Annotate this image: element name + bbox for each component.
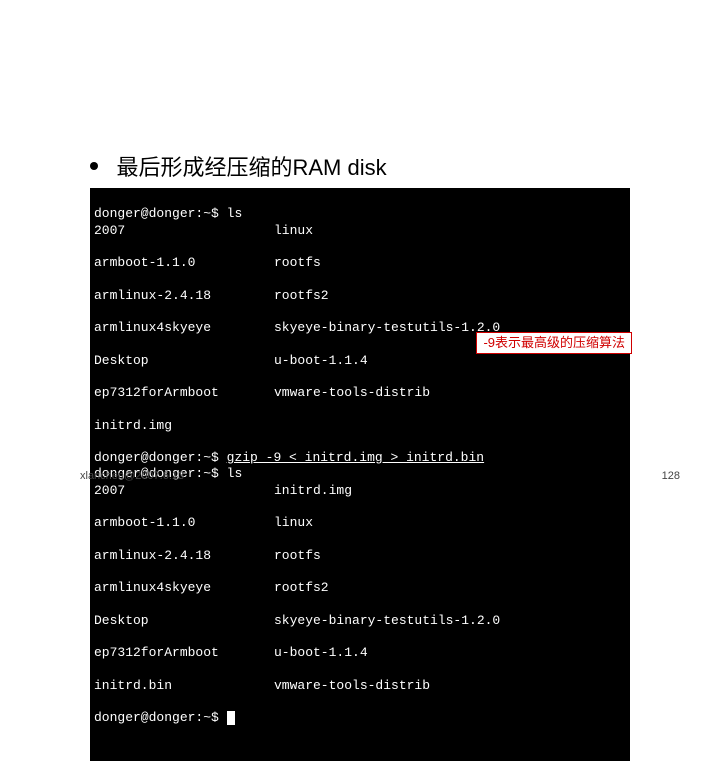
ls-col1: armlinux4skyeye <box>94 580 274 596</box>
ls-row: initrd.img <box>94 418 626 434</box>
ls-col1: initrd.bin <box>94 678 274 694</box>
ls-col1: armlinux-2.4.18 <box>94 548 274 564</box>
prompt: donger@donger:~$ <box>94 710 219 725</box>
ls-col2: linux <box>274 223 626 239</box>
ls-col1: initrd.img <box>94 418 274 434</box>
ls-col2: rootfs <box>274 255 626 271</box>
heading-text: 最后形成经压缩的RAM disk <box>116 155 386 180</box>
annotation-callout: -9表示最高级的压缩算法 <box>476 332 632 354</box>
ls-col1: armboot-1.1.0 <box>94 255 274 271</box>
ls-row: armlinux-2.4.18rootfs <box>94 548 626 564</box>
ls-col2: skyeye-binary-testutils-1.2.0 <box>274 613 626 629</box>
ls-row: ep7312forArmbootvmware-tools-distrib <box>94 385 626 401</box>
footer-date: xlanchen@2007.6.13 <box>80 470 184 482</box>
ls-col2: u-boot-1.1.4 <box>274 353 626 369</box>
ls-row: initrd.binvmware-tools-distrib <box>94 678 626 694</box>
cmd-gzip: gzip -9 < initrd.img > initrd.bin <box>227 450 484 465</box>
ls-col1: armlinux-2.4.18 <box>94 288 274 304</box>
ls-col1: 2007 <box>94 483 274 499</box>
ls-col1: armboot-1.1.0 <box>94 515 274 531</box>
ls-col2: rootfs <box>274 548 626 564</box>
ls-row: armlinux4skyeyerootfs2 <box>94 580 626 596</box>
cursor-icon <box>227 711 235 725</box>
ls-row: 2007linux <box>94 223 626 239</box>
ls-col1: Desktop <box>94 613 274 629</box>
ls-col1: ep7312forArmboot <box>94 645 274 661</box>
heading-row: 最后形成经压缩的RAM disk <box>90 150 630 182</box>
footer-left: xlanchen@2007.6.13 <box>80 470 184 482</box>
prompt: donger@donger:~$ <box>94 450 219 465</box>
ls-col1: armlinux4skyeye <box>94 320 274 336</box>
ls-row: 2007initrd.img <box>94 483 626 499</box>
ls-col2: rootfs2 <box>274 580 626 596</box>
ls-row: Desktopu-boot-1.1.4 <box>94 353 626 369</box>
ls-col2: linux <box>274 515 626 531</box>
bullet-icon <box>90 162 98 170</box>
ls-col1: 2007 <box>94 223 274 239</box>
ls-row: ep7312forArmbootu-boot-1.1.4 <box>94 645 626 661</box>
slide: 最后形成经压缩的RAM disk donger@donger:~$ ls 200… <box>0 0 720 540</box>
ls-col2: u-boot-1.1.4 <box>274 645 626 661</box>
ls-row: armboot-1.1.0rootfs <box>94 255 626 271</box>
ls-col2: vmware-tools-distrib <box>274 385 626 401</box>
ls-col1: Desktop <box>94 353 274 369</box>
cmd-ls2: ls <box>227 466 243 481</box>
ls-col2 <box>274 418 626 434</box>
cmd-ls: ls <box>227 206 243 221</box>
footer-page-number: 128 <box>662 470 680 482</box>
ls-col2: vmware-tools-distrib <box>274 678 626 694</box>
ls-col2: rootfs2 <box>274 288 626 304</box>
ls-row: armlinux-2.4.18rootfs2 <box>94 288 626 304</box>
prompt: donger@donger:~$ <box>94 206 219 221</box>
ls-col2: initrd.img <box>274 483 626 499</box>
ls-row: Desktopskyeye-binary-testutils-1.2.0 <box>94 613 626 629</box>
ls-row: armboot-1.1.0linux <box>94 515 626 531</box>
ls-col1: ep7312forArmboot <box>94 385 274 401</box>
